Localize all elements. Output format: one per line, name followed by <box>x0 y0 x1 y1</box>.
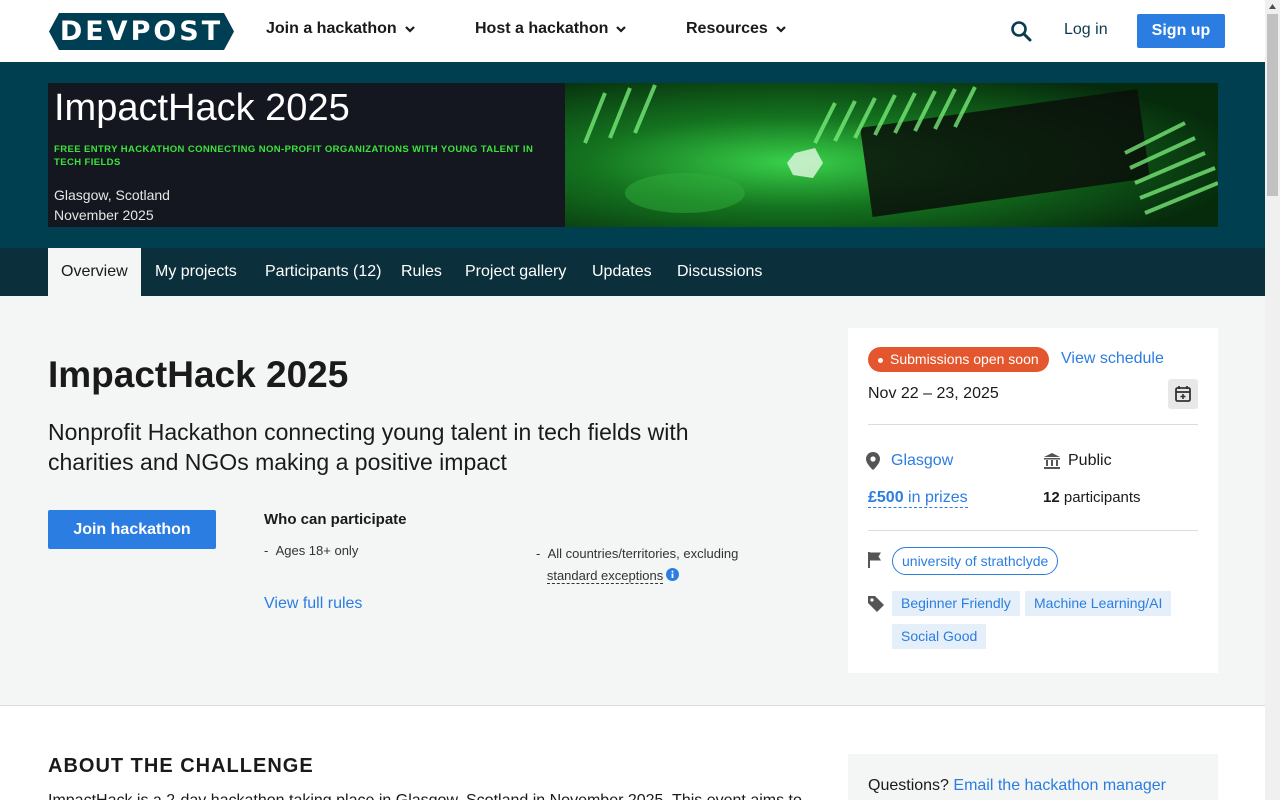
questions-text: Questions? Email the hackathon manager <box>868 777 1166 795</box>
hackathon-subtitle: Nonprofit Hackathon connecting young tal… <box>48 419 689 475</box>
participant-number: 12 <box>1043 489 1060 506</box>
chevron-down-icon <box>776 26 786 33</box>
banner-title: ImpactHack 2025 <box>54 87 350 129</box>
nav-join-hackathon[interactable]: Join a hackathon <box>266 20 417 38</box>
tag-icon <box>868 596 884 612</box>
questions-prefix: Questions? <box>868 777 954 794</box>
tab-my-projects[interactable]: My projects <box>155 248 237 296</box>
location-link[interactable]: Glasgow <box>891 452 953 470</box>
logo-text: DEVPOST <box>59 16 224 47</box>
theme-tag[interactable]: Machine Learning/AI <box>1025 591 1172 616</box>
add-to-calendar-button[interactable] <box>1168 379 1198 409</box>
nav-join-label: Join a hackathon <box>266 20 397 37</box>
search-icon[interactable] <box>1010 20 1032 42</box>
scrollbar-thumb[interactable] <box>1267 14 1278 196</box>
nav-resources-label: Resources <box>686 20 768 37</box>
info-icon[interactable] <box>666 568 680 581</box>
location-pin-icon <box>866 452 880 470</box>
eligibility-age: - Ages 18+ only <box>264 543 359 558</box>
view-full-rules-link[interactable]: View full rules <box>264 595 362 613</box>
login-link[interactable]: Log in <box>1064 21 1108 39</box>
who-can-participate-heading: Who can participate <box>264 511 407 528</box>
about-challenge-text: ImpactHack is a 2-day hackathon taking p… <box>48 792 808 800</box>
tab-discussions[interactable]: Discussions <box>677 248 762 296</box>
sidebar-divider <box>868 530 1198 531</box>
email-manager-link[interactable]: Email the hackathon manager <box>953 777 1166 794</box>
visibility-label: Public <box>1068 452 1112 469</box>
eligibility-age-text: Ages 18+ only <box>275 543 359 558</box>
host-organization-tag[interactable]: university of strathclyde <box>892 547 1059 575</box>
chevron-down-icon <box>616 26 627 33</box>
view-schedule-link[interactable]: View schedule <box>1061 350 1164 368</box>
nav-host-hackathon[interactable]: Host a hackathon <box>475 20 628 38</box>
banner-location: Glasgow, Scotland November 2025 <box>54 185 170 225</box>
chevron-down-icon <box>404 26 415 33</box>
tab-updates[interactable]: Updates <box>592 248 652 296</box>
participants-count: 12 participants <box>1043 489 1141 506</box>
theme-tag[interactable]: Beginner Friendly <box>892 591 1020 616</box>
banner-month: November 2025 <box>54 207 154 223</box>
nav-resources[interactable]: Resources <box>686 20 788 38</box>
section-divider <box>0 705 1265 706</box>
signup-button[interactable]: Sign up <box>1137 14 1225 48</box>
eligibility-countries: - All countries/territories, excluding s… <box>536 546 739 584</box>
participant-suffix: participants <box>1059 489 1141 506</box>
banner-tagline: FREE ENTRY HACKATHON CONNECTING NON-PROF… <box>54 144 534 168</box>
banner-text-panel: ImpactHack 2025 FREE ENTRY HACKATHON CON… <box>48 83 565 227</box>
tab-participants[interactable]: Participants (12) <box>265 248 382 296</box>
banner-city: Glasgow, Scotland <box>54 187 170 203</box>
tab-overview[interactable]: Overview <box>48 248 141 296</box>
prize-amount: £500 <box>868 489 904 506</box>
calendar-add-icon <box>1175 386 1191 402</box>
eligibility-countries-text: All countries/territories, excluding <box>547 546 739 561</box>
sidebar-divider <box>868 424 1198 425</box>
status-badge: Submissions open soon <box>868 347 1049 372</box>
circuit-board-image <box>565 83 1218 227</box>
hackathon-dates: Nov 22 – 23, 2025 <box>868 385 999 402</box>
join-hackathon-button[interactable]: Join hackathon <box>48 510 216 549</box>
scroll-up-arrow-icon[interactable] <box>1265 0 1280 14</box>
prize-suffix: in prizes <box>903 489 968 506</box>
tab-project-gallery[interactable]: Project gallery <box>465 248 566 296</box>
about-challenge-heading: ABOUT THE CHALLENGE <box>48 755 314 777</box>
tab-rules[interactable]: Rules <box>401 248 442 296</box>
prizes-link[interactable]: £500 in prizes <box>868 489 968 508</box>
nav-host-label: Host a hackathon <box>475 20 609 37</box>
theme-tag[interactable]: Social Good <box>892 624 987 649</box>
public-building-icon <box>1044 453 1060 469</box>
devpost-logo[interactable]: DEVPOST <box>49 13 234 50</box>
standard-exceptions-link[interactable]: standard exceptions <box>546 568 664 584</box>
page-title: ImpactHack 2025 <box>48 354 349 395</box>
flag-icon <box>868 552 881 568</box>
hackathon-banner: ImpactHack 2025 FREE ENTRY HACKATHON CON… <box>48 83 1218 227</box>
